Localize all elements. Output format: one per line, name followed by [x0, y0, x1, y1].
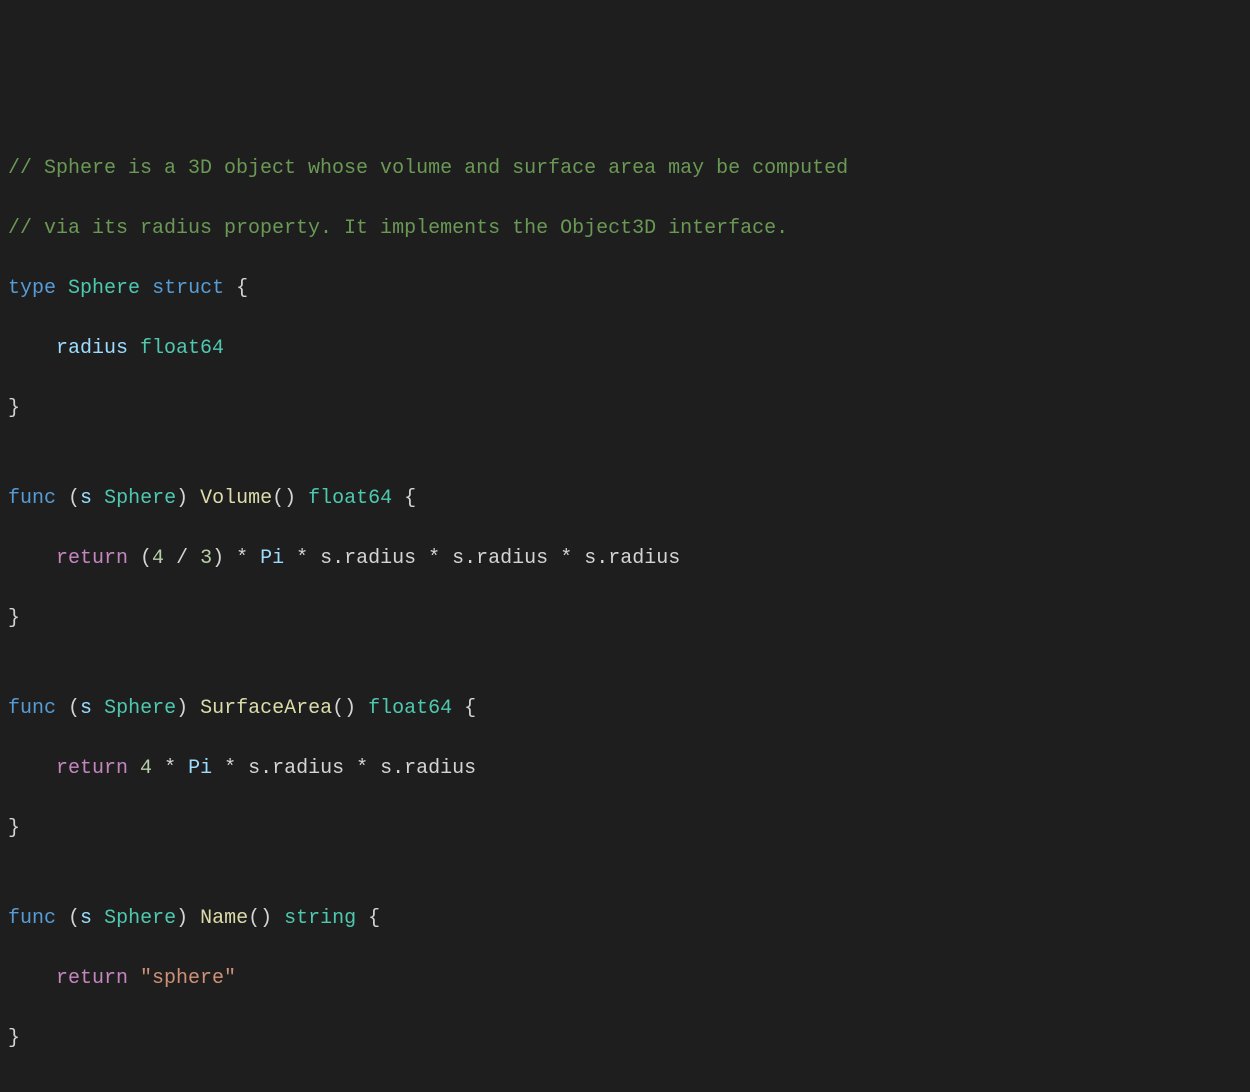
receiver-var: s	[80, 697, 92, 720]
paren: )	[176, 697, 200, 720]
receiver-type: Sphere	[104, 697, 176, 720]
type-name: float64	[140, 337, 224, 360]
keyword-func: func	[8, 487, 56, 510]
code-line: func (s Sphere) SurfaceArea() float64 {	[8, 694, 1242, 724]
brace: {	[356, 907, 380, 930]
paren: (	[128, 547, 152, 570]
keyword-struct: struct	[152, 277, 224, 300]
code-line: }	[8, 814, 1242, 844]
space	[128, 757, 140, 780]
number-literal: 4	[152, 547, 164, 570]
parens: ()	[248, 907, 272, 930]
receiver-type: Sphere	[104, 487, 176, 510]
expr: * s.radius	[284, 547, 416, 570]
code-line: radius float64	[8, 334, 1242, 364]
receiver-type: Sphere	[104, 907, 176, 930]
paren: (	[56, 907, 80, 930]
code-line: return (4 / 3) * Pi * s.radius * s.radiu…	[8, 544, 1242, 574]
code-line: func (s Sphere) Name() string {	[8, 904, 1242, 934]
keyword-func: func	[8, 697, 56, 720]
return-type: float64	[296, 487, 392, 510]
func-name: SurfaceArea	[200, 697, 332, 720]
keyword-return: return	[8, 967, 128, 990]
brace: }	[8, 1027, 20, 1050]
keyword-return: return	[8, 547, 128, 570]
code-line: }	[8, 394, 1242, 424]
paren: )	[176, 907, 200, 930]
parens: ()	[272, 487, 296, 510]
return-type: float64	[356, 697, 452, 720]
code-line: // Sphere is a 3D object whose volume an…	[8, 154, 1242, 184]
paren: (	[56, 487, 80, 510]
receiver-var: s	[80, 487, 92, 510]
code-line: return "sphere"	[8, 964, 1242, 994]
operator: /	[164, 547, 200, 570]
expr: * s.radius	[416, 547, 548, 570]
field-name: radius	[8, 337, 128, 360]
operator: *	[152, 757, 188, 780]
expr: * s.radius	[548, 547, 680, 570]
code-line: }	[8, 1024, 1242, 1054]
identifier: Pi	[188, 757, 212, 780]
string-literal: "sphere"	[128, 967, 236, 990]
brace: {	[392, 487, 416, 510]
receiver-var: s	[80, 907, 92, 930]
func-name: Name	[200, 907, 248, 930]
brace: {	[224, 277, 248, 300]
comment: // Sphere is a 3D object whose volume an…	[8, 157, 848, 180]
operator: ) *	[212, 547, 260, 570]
code-line: type Sphere struct {	[8, 274, 1242, 304]
code-line: return 4 * Pi * s.radius * s.radius	[8, 754, 1242, 784]
code-line: // via its radius property. It implement…	[8, 214, 1242, 244]
type-name: Sphere	[68, 277, 140, 300]
return-type: string	[272, 907, 356, 930]
brace: }	[8, 607, 20, 630]
comment: // via its radius property. It implement…	[8, 217, 788, 240]
expr: * s.radius	[344, 757, 476, 780]
keyword-type: type	[8, 277, 56, 300]
number-literal: 3	[200, 547, 212, 570]
parens: ()	[332, 697, 356, 720]
paren: )	[176, 487, 200, 510]
number-literal: 4	[140, 757, 152, 780]
identifier: Pi	[260, 547, 284, 570]
code-block: // Sphere is a 3D object whose volume an…	[8, 124, 1242, 1084]
func-name: Volume	[200, 487, 272, 510]
paren: (	[56, 697, 80, 720]
keyword-func: func	[8, 907, 56, 930]
brace: }	[8, 817, 20, 840]
expr: * s.radius	[212, 757, 344, 780]
keyword-return: return	[8, 757, 128, 780]
brace: {	[452, 697, 476, 720]
code-line: func (s Sphere) Volume() float64 {	[8, 484, 1242, 514]
code-line: }	[8, 604, 1242, 634]
brace: }	[8, 397, 20, 420]
